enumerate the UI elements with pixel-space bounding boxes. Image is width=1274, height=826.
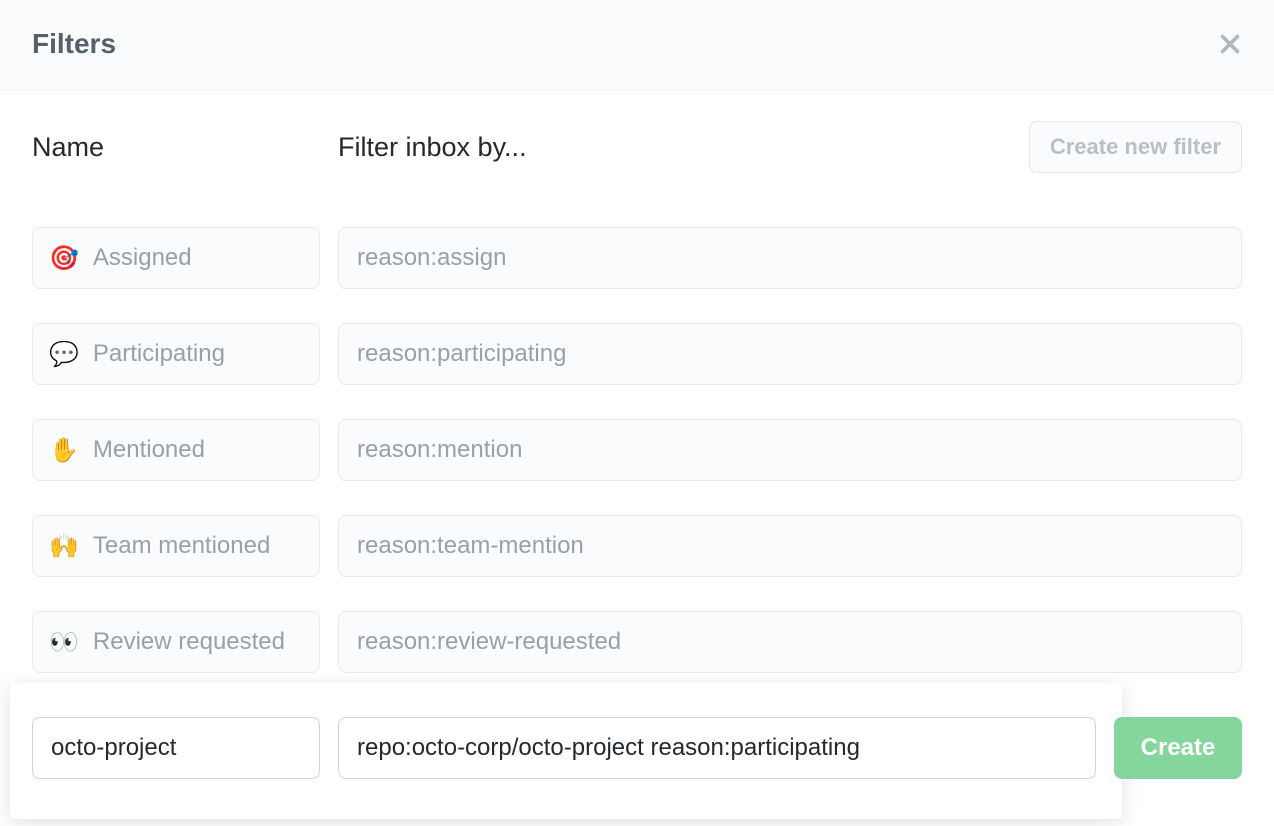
filter-name-label: Assigned — [93, 244, 192, 272]
filter-emoji-icon: 🎯 — [49, 244, 79, 273]
new-filter-query-input[interactable] — [338, 717, 1096, 779]
filter-name-label: Mentioned — [93, 436, 205, 464]
new-filter-name-input[interactable] — [32, 717, 320, 779]
filter-emoji-icon: ✋ — [49, 436, 79, 465]
filter-name-label: Participating — [93, 340, 225, 368]
dialog-body: Name Filter inbox by... Create new filte… — [0, 91, 1274, 819]
dialog-header: Filters — [0, 0, 1274, 91]
filter-name-label: Review requested — [93, 628, 285, 656]
filter-query-input[interactable]: reason:mention — [338, 419, 1242, 481]
filter-emoji-icon: 🙌 — [49, 532, 79, 561]
close-icon[interactable] — [1218, 32, 1242, 56]
filter-name-label: Team mentioned — [93, 532, 270, 560]
new-filter-row: Create — [32, 717, 1242, 779]
filter-row: 💬 Participating reason:participating — [32, 323, 1242, 385]
filter-name-input[interactable]: 💬 Participating — [32, 323, 320, 385]
column-header-row: Name Filter inbox by... Create new filte… — [32, 121, 1242, 173]
filter-name-input[interactable]: 👀 Review requested — [32, 611, 320, 673]
filter-query-input[interactable]: reason:team-mention — [338, 515, 1242, 577]
dialog-title: Filters — [32, 28, 116, 60]
filter-emoji-icon: 💬 — [49, 340, 79, 369]
query-column-header: Filter inbox by... — [338, 132, 1011, 163]
filter-query-input[interactable]: reason:assign — [338, 227, 1242, 289]
filter-row: ✋ Mentioned reason:mention — [32, 419, 1242, 481]
filter-name-input[interactable]: ✋ Mentioned — [32, 419, 320, 481]
filter-list: 🎯 Assigned reason:assign 💬 Participating reas… — [32, 227, 1242, 673]
name-column-header: Name — [32, 132, 320, 163]
filter-name-input[interactable]: 🎯 Assigned — [32, 227, 320, 289]
filter-name-input[interactable]: 🙌 Team mentioned — [32, 515, 320, 577]
create-new-filter-button[interactable]: Create new filter — [1029, 121, 1242, 173]
filter-row: 👀 Review requested reason:review-requested — [32, 611, 1242, 673]
filter-query-input[interactable]: reason:participating — [338, 323, 1242, 385]
filter-emoji-icon: 👀 — [49, 628, 79, 657]
filter-row: 🙌 Team mentioned reason:team-mention — [32, 515, 1242, 577]
filter-row: 🎯 Assigned reason:assign — [32, 227, 1242, 289]
new-filter-area: Create — [32, 717, 1242, 779]
create-button[interactable]: Create — [1114, 717, 1242, 779]
filter-query-input[interactable]: reason:review-requested — [338, 611, 1242, 673]
